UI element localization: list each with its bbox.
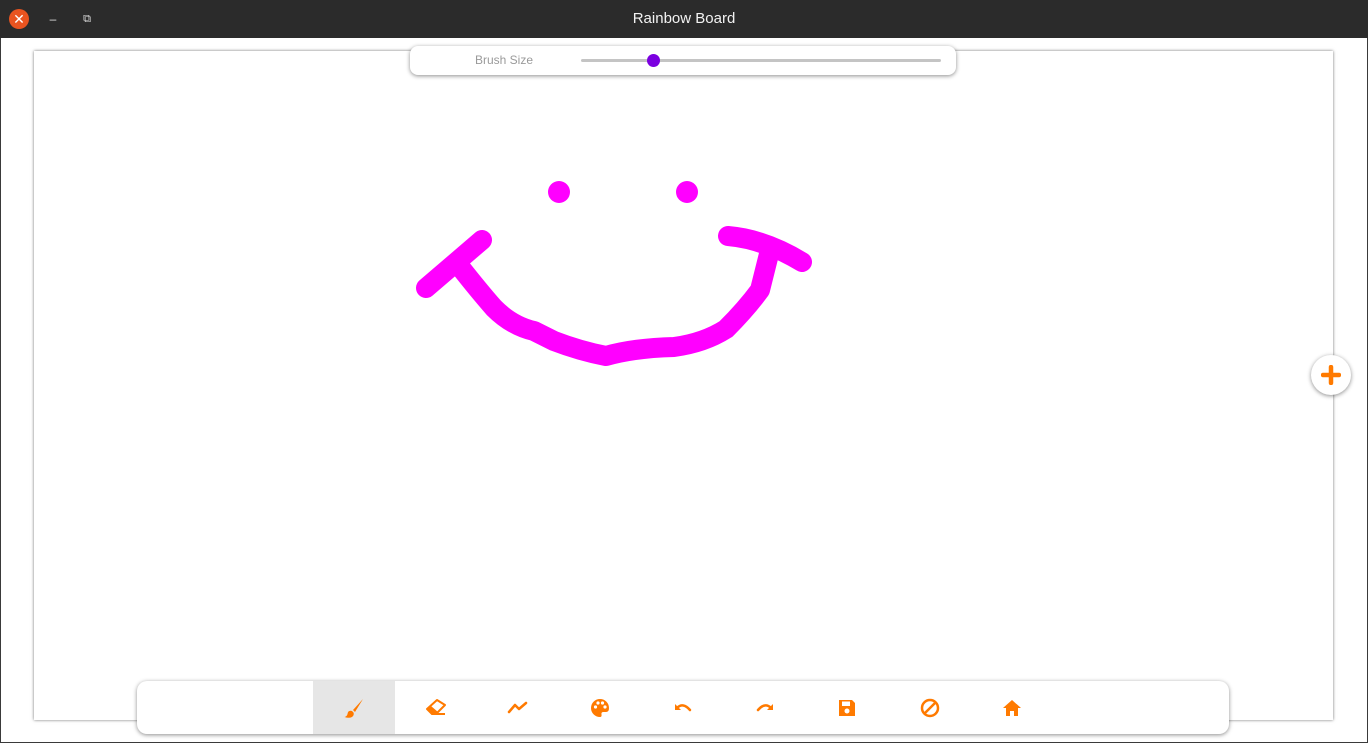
- brush-size-slider-thumb[interactable]: [647, 54, 660, 67]
- add-board-button[interactable]: [1311, 355, 1351, 395]
- left-eye-stroke: [548, 181, 570, 203]
- drawing-canvas[interactable]: [34, 51, 1333, 720]
- brush-size-slider[interactable]: [581, 54, 941, 67]
- brush-size-panel: Brush Size: [410, 46, 956, 75]
- toolbar: [137, 681, 1229, 734]
- window-title: Rainbow Board: [632, 10, 736, 27]
- brush-tool-button[interactable]: [313, 681, 395, 734]
- drawing-layer: [416, 181, 812, 366]
- palette-icon: [591, 698, 609, 717]
- redo-button[interactable]: [724, 681, 806, 734]
- home-button[interactable]: [971, 681, 1053, 734]
- brush-size-label: Brush Size: [475, 53, 534, 67]
- redo-icon: [756, 703, 773, 711]
- eraser-icon: [426, 698, 446, 715]
- clear-canvas-button[interactable]: [889, 681, 971, 734]
- save-button[interactable]: [806, 681, 888, 734]
- undo-button[interactable]: [642, 681, 724, 734]
- save-icon: [839, 699, 855, 716]
- clear-icon: [920, 698, 940, 717]
- polyline-icon: [507, 701, 528, 713]
- line-tool-button[interactable]: [477, 681, 559, 734]
- paintbrush-icon: [344, 698, 363, 718]
- eraser-tool-button[interactable]: [395, 681, 477, 734]
- undo-icon: [675, 703, 692, 711]
- plus-icon: [1321, 365, 1341, 385]
- right-eye-stroke: [676, 181, 698, 203]
- palette-tool-button[interactable]: [559, 681, 641, 734]
- title-bar: ✕ – ⧉ Rainbow Board: [0, 0, 1368, 38]
- smile-stroke: [416, 226, 812, 366]
- home-icon: [1003, 699, 1021, 716]
